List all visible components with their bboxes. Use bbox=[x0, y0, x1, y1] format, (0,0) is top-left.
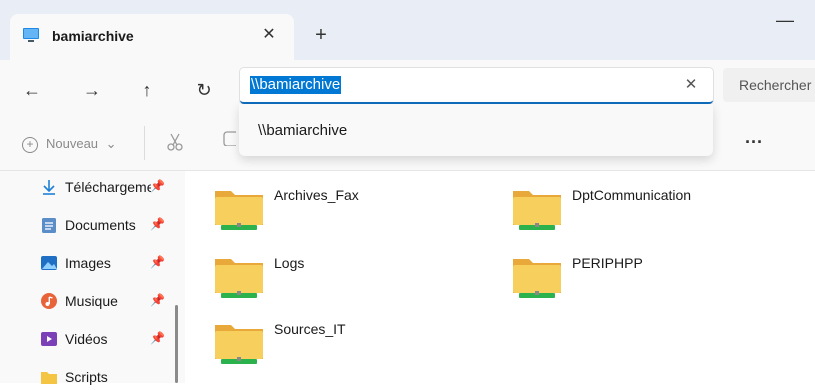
navigation-pane: Téléchargements 📌 Documents 📌 Images 📌 M… bbox=[0, 171, 185, 385]
suggestion-item[interactable]: \\bamiarchive bbox=[243, 108, 709, 152]
search-placeholder: Rechercher bbox=[739, 77, 812, 93]
sidebar-item-label: Musique bbox=[65, 293, 118, 309]
sidebar-item-label: Images bbox=[65, 255, 111, 271]
search-box[interactable]: Rechercher bbox=[723, 68, 815, 102]
folder-name: PERIPHPP bbox=[572, 255, 643, 271]
address-bar[interactable]: \\bamiarchive ✕ bbox=[240, 68, 713, 104]
videos-icon bbox=[41, 332, 57, 346]
pin-icon: 📌 bbox=[150, 179, 165, 193]
address-suggestions-dropdown: \\bamiarchive bbox=[239, 104, 713, 156]
network-folder-icon bbox=[215, 325, 263, 364]
pin-icon: 📌 bbox=[150, 217, 165, 231]
computer-icon bbox=[23, 28, 39, 42]
sidebar-item-images[interactable]: Images 📌 bbox=[40, 252, 172, 276]
folder-item[interactable]: Logs bbox=[213, 253, 493, 309]
folder-name: Sources_IT bbox=[274, 321, 346, 337]
scissors-icon bbox=[167, 133, 183, 151]
folder-name: Archives_Fax bbox=[274, 187, 359, 203]
folder-item[interactable]: PERIPHPP bbox=[511, 253, 791, 309]
address-input-value[interactable]: \\bamiarchive bbox=[250, 76, 342, 94]
network-folder-icon bbox=[513, 259, 561, 298]
back-button[interactable]: ← bbox=[18, 76, 46, 104]
pin-icon: 📌 bbox=[150, 293, 165, 307]
network-folder-icon bbox=[215, 191, 263, 230]
sidebar-item-label: Vidéos bbox=[65, 331, 108, 347]
new-button-label: Nouveau bbox=[46, 136, 99, 151]
folder-item[interactable]: DptCommunication bbox=[511, 185, 791, 241]
title-bar: bamiarchive ✕ + — bbox=[0, 0, 815, 60]
cut-button[interactable] bbox=[164, 132, 186, 154]
more-options-button[interactable]: ··· bbox=[740, 132, 768, 156]
folder-content-area: Archives_Fax DptCommunication Logs PERIP… bbox=[185, 171, 815, 383]
sidebar-item-label: Documents bbox=[65, 217, 136, 233]
suggestion-text: \\bamiarchive bbox=[258, 122, 348, 139]
network-folder-icon bbox=[513, 191, 561, 230]
folder-name: Logs bbox=[274, 255, 305, 271]
clear-address-button[interactable]: ✕ bbox=[680, 74, 702, 96]
forward-button[interactable]: → bbox=[78, 76, 106, 104]
copy-icon bbox=[223, 131, 236, 146]
music-icon bbox=[41, 293, 57, 309]
documents-icon bbox=[42, 218, 56, 233]
tab-bamiarchive[interactable]: bamiarchive ✕ bbox=[10, 14, 294, 60]
images-icon bbox=[41, 256, 57, 270]
folder-item[interactable]: Archives_Fax bbox=[213, 185, 493, 241]
chevron-down-icon: ⌄ bbox=[105, 136, 117, 151]
sidebar-item-videos[interactable]: Vidéos 📌 bbox=[40, 328, 172, 352]
refresh-button[interactable]: ↻ bbox=[190, 76, 218, 104]
new-tab-button[interactable]: + bbox=[309, 23, 333, 47]
sidebar-item-label: Téléchargements bbox=[65, 179, 151, 195]
plus-icon: + bbox=[22, 137, 38, 153]
download-icon bbox=[43, 180, 55, 195]
folder-item[interactable]: Sources_IT bbox=[213, 319, 493, 375]
sidebar-item-documents[interactable]: Documents 📌 bbox=[40, 214, 172, 238]
sidebar-item-scripts[interactable]: Scripts bbox=[40, 366, 172, 390]
folder-icon bbox=[41, 372, 57, 384]
tab-title: bamiarchive bbox=[52, 28, 134, 44]
new-button[interactable]: + Nouveau ⌄ bbox=[22, 136, 117, 153]
up-button[interactable]: ↑ bbox=[133, 76, 161, 104]
minimize-button[interactable]: — bbox=[770, 10, 800, 30]
tab-close-button[interactable]: ✕ bbox=[257, 23, 281, 47]
folder-name: DptCommunication bbox=[572, 187, 692, 203]
pin-icon: 📌 bbox=[150, 255, 165, 269]
toolbar-divider bbox=[144, 126, 145, 160]
sidebar-scrollbar[interactable] bbox=[175, 305, 178, 383]
copy-button[interactable] bbox=[222, 130, 236, 146]
pin-icon: 📌 bbox=[150, 331, 165, 345]
network-folder-icon bbox=[215, 259, 263, 298]
sidebar-item-downloads[interactable]: Téléchargements 📌 bbox=[40, 176, 172, 200]
sidebar-item-music[interactable]: Musique 📌 bbox=[40, 290, 172, 314]
